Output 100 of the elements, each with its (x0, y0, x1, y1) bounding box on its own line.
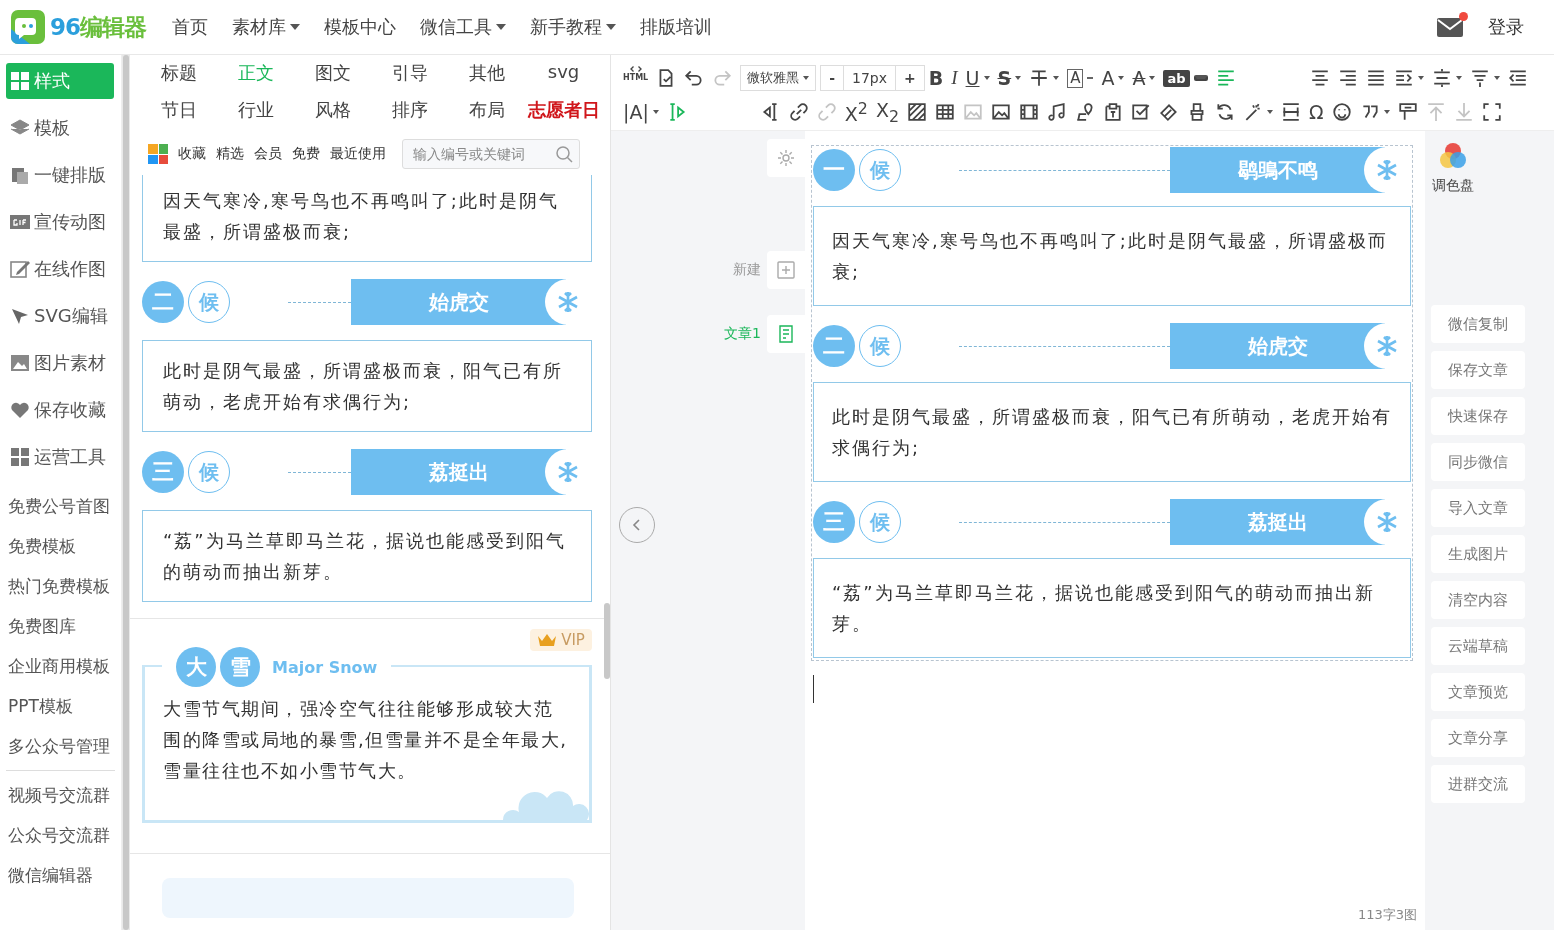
format-button[interactable]: X$^{2}$ (840, 98, 872, 126)
clear-format-button[interactable]: A (1128, 64, 1160, 92)
category-tab[interactable]: 行业 (217, 98, 294, 135)
filter-link[interactable]: 最近使用 (330, 145, 386, 163)
nav-link[interactable]: 首页 (172, 15, 208, 39)
nav-link[interactable]: 模板中心 (324, 15, 396, 39)
action-button[interactable]: 保存文章 (1431, 351, 1525, 389)
format-button[interactable]: A (1097, 64, 1129, 92)
emoji-icon (1331, 102, 1352, 122)
text-card[interactable]: 因天气寒冷,寒号鸟也不再鸣叫了;此时是阴气最盛，所谓盛极而衰; (142, 175, 592, 262)
sidebar-item[interactable]: 在线作图 (6, 251, 114, 287)
sidebar-item[interactable]: 运营工具 (6, 439, 114, 475)
highlight-button[interactable]: ab (1159, 64, 1212, 92)
sidebar-item[interactable]: 保存收藏 (6, 392, 114, 428)
sidebar-link[interactable]: 热门免费模板 (6, 566, 115, 606)
html-source-button[interactable]: HTML (619, 64, 653, 92)
action-button[interactable]: 同步微信 (1431, 443, 1525, 481)
action-button[interactable]: 生成图片 (1431, 535, 1525, 573)
category-tab[interactable]: 排序 (371, 98, 448, 135)
action-button[interactable]: 文章预览 (1431, 673, 1525, 711)
category-tab[interactable]: 标题 (140, 61, 217, 98)
scrollbar-thumb[interactable] (604, 603, 610, 679)
action-button[interactable]: 文章分享 (1431, 719, 1525, 757)
body-text: 大雪节气期间，强冷空气往往能够形成较大范围的降雪或局地的暴雪,但雪量并不是全年最大,雪量往往也不如小雪节气大。 (163, 698, 568, 781)
increase-size-button[interactable]: + (895, 65, 925, 91)
format-button[interactable]: X$_{2}$ (871, 98, 904, 126)
nav-link[interactable]: 素材库 (232, 15, 300, 39)
action-button[interactable]: 快速保存 (1431, 397, 1525, 435)
underline-button[interactable]: U (961, 64, 994, 92)
category-tab[interactable]: 布局 (448, 98, 525, 135)
sidebar-item[interactable]: 宣传动图 (6, 204, 114, 240)
sidebar-link[interactable]: 免费公号首图 (6, 486, 115, 526)
sidebar-link[interactable]: 公众号交流群 (6, 815, 115, 855)
sidebar-link[interactable]: 企业商用模板 (6, 646, 115, 686)
text-card[interactable]: 此时是阴气最盛，所谓盛极而衰，阳气已有所萌动，老虎开始有求偶行为; (142, 340, 592, 432)
paragraph-spacing-icon (1469, 68, 1490, 88)
italic-button[interactable]: I (947, 64, 962, 92)
text-card[interactable]: 因天气寒冷,寒号鸟也不再鸣叫了;此时是阴气最盛，所谓盛极而衰; (813, 206, 1411, 306)
sidebar-link[interactable]: 微信编辑器 (6, 855, 115, 895)
filter-link[interactable]: 收藏 (178, 145, 206, 163)
number-badge: 二 (142, 281, 184, 323)
search-icon[interactable] (555, 145, 573, 163)
action-button[interactable]: 微信复制 (1431, 305, 1525, 343)
login-link[interactable]: 登录 (1488, 15, 1524, 39)
category-tab[interactable]: 节日 (140, 98, 217, 135)
action-button[interactable]: 云端草稿 (1431, 627, 1525, 665)
filter-link[interactable]: 免费 (292, 145, 320, 163)
text-card[interactable]: “荔”为马兰草即马兰花，据说也能感受到阳气的萌动而抽出新芽。 (813, 558, 1411, 658)
filter-link[interactable]: 精选 (216, 145, 244, 163)
category-tab[interactable]: 其他 (448, 61, 525, 98)
title-banner: 荔挺出 (1170, 499, 1385, 545)
category-tab[interactable]: 引导 (371, 61, 448, 98)
sidebar-link[interactable]: PPT模板 (6, 686, 115, 726)
sidebar-link[interactable]: 多公众号管理 (6, 726, 115, 766)
sidebar-link[interactable]: 免费图库 (6, 606, 115, 646)
checkbox-icon (1131, 102, 1152, 122)
format-button[interactable]: Ω (1305, 98, 1328, 126)
sidebar-link[interactable]: 视频号交流群 (6, 775, 115, 815)
sidebar-item[interactable]: 模板 (6, 110, 114, 146)
sidebar-link[interactable]: 免费模板 (6, 526, 115, 566)
scrollbar-thumb[interactable] (123, 55, 129, 930)
justify-icon (1365, 68, 1386, 88)
format-button[interactable]: |A| (619, 98, 663, 126)
sidebar-item[interactable]: 图片素材 (6, 345, 114, 381)
strikethrough-button[interactable]: S (993, 64, 1026, 92)
category-tab[interactable]: 图文 (294, 61, 371, 98)
category-tab[interactable]: 风格 (294, 98, 371, 135)
image-icon (963, 102, 984, 122)
font-select-button[interactable]: 微软雅黑 (740, 65, 817, 91)
nav-link[interactable]: 排版培训 (640, 15, 712, 39)
article-content[interactable]: 一 候 鹖鴠不鸣 因天气寒冷,寒号鸟也不再鸣叫了;此时是阴气最盛，所谓盛极而衰; 二 候 始虎交 此时是阴气最盛，所谓盛极而衰，阳气已有所萌动，老虎开始有求偶行为; 三 候 荔挺出 “荔”为马兰草即马兰花，据说也能感受到阳气的萌动而抽出新芽。 (811, 145, 1413, 661)
text-cursor (813, 675, 814, 703)
category-tab[interactable]: svg (525, 61, 602, 98)
table-icon (935, 102, 956, 122)
bold-button[interactable]: B (924, 64, 948, 92)
indent-icon (1393, 68, 1414, 88)
crown-icon (537, 633, 558, 647)
mail-icon[interactable] (1436, 16, 1464, 38)
paste-icon (1103, 102, 1124, 122)
action-button[interactable]: 导入文章 (1431, 489, 1525, 527)
word-count: 113字3图 (1357, 906, 1417, 924)
plus-square-icon (776, 260, 796, 280)
font-size-button[interactable]: 17px (844, 65, 896, 91)
filter-link[interactable]: 会员 (254, 145, 282, 163)
sidebar-item[interactable]: 一键排版 (6, 157, 114, 193)
nav-link[interactable]: 新手教程 (530, 15, 616, 39)
number-badge: 三 (813, 501, 855, 543)
decrease-size-button[interactable]: - (820, 65, 845, 91)
text-card[interactable]: “荔”为马兰草即马兰花，据说也能感受到阳气的萌动而抽出新芽。 (142, 510, 592, 602)
text-border-button[interactable]: A (1063, 64, 1098, 92)
category-tab[interactable]: 志愿者日 (525, 98, 602, 135)
sidebar-item[interactable]: SVG编辑 (6, 298, 114, 334)
action-button[interactable]: 清空内容 (1431, 581, 1525, 619)
number-badge: 一 (813, 149, 855, 191)
palette-button[interactable]: 调色盘 (1431, 139, 1475, 195)
subtitle: Major Snow (272, 657, 378, 677)
text-card[interactable]: 此时是阴气最盛，所谓盛极而衰，阳气已有所萌动，老虎开始有求偶行为; (813, 382, 1411, 482)
search-field[interactable]: 输入编号或关键词 (402, 139, 580, 169)
action-button[interactable]: 进群交流 (1431, 765, 1525, 803)
nav-link[interactable]: 微信工具 (420, 15, 506, 39)
